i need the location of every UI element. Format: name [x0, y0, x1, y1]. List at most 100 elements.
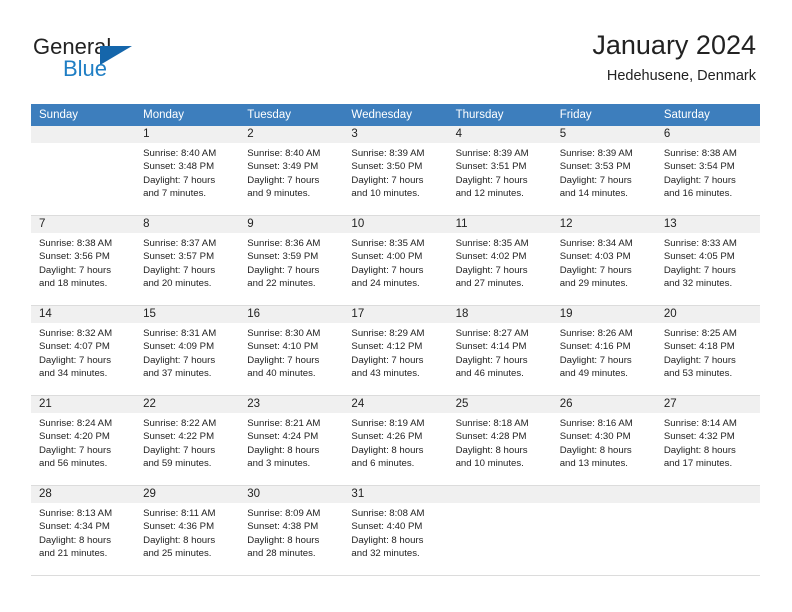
daylight-text-line2: and 21 minutes. — [39, 548, 108, 560]
sunrise-text: Sunrise: 8:30 AM — [247, 328, 321, 339]
day-number: 6 — [655, 126, 760, 143]
daylight-text-line2: and 10 minutes. — [351, 188, 420, 200]
daylight-text-line1: Daylight: 8 hours — [247, 534, 320, 546]
weekday-header-wednesday: Wednesday — [343, 104, 448, 126]
day-cell[interactable]: 24 Sunrise: 8:19 AM Sunset: 4:26 PM Dayl… — [343, 395, 448, 486]
sunrise-text: Sunrise: 8:27 AM — [455, 328, 529, 339]
daylight-text-line2: and 7 minutes. — [143, 188, 207, 200]
daylight-text-line1: Daylight: 7 hours — [351, 264, 424, 276]
day-cell[interactable]: 20 Sunrise: 8:25 AM Sunset: 4:18 PM Dayl… — [655, 305, 760, 396]
sunrise-text: Sunrise: 8:11 AM — [143, 508, 216, 519]
sunset-text: Sunset: 4:09 PM — [143, 341, 215, 353]
sunset-text: Sunset: 4:40 PM — [351, 521, 423, 533]
day-cell[interactable]: 3 Sunrise: 8:39 AM Sunset: 3:50 PM Dayli… — [343, 126, 448, 216]
day-number: 14 — [31, 306, 136, 323]
week-row: 1 Sunrise: 8:40 AM Sunset: 3:48 PM Dayli… — [31, 126, 760, 216]
day-cell[interactable]: 18 Sunrise: 8:27 AM Sunset: 4:14 PM Dayl… — [447, 305, 552, 396]
sunset-text: Sunset: 4:34 PM — [39, 521, 110, 533]
day-number: 3 — [343, 126, 448, 143]
day-cell[interactable]: 2 Sunrise: 8:40 AM Sunset: 3:49 PM Dayli… — [239, 126, 344, 216]
sunset-text: Sunset: 4:20 PM — [39, 431, 110, 443]
daylight-text-line1: Daylight: 8 hours — [351, 444, 424, 456]
sunrise-text: Sunrise: 8:33 AM — [663, 238, 737, 249]
day-cell[interactable]: 26 Sunrise: 8:16 AM Sunset: 4:30 PM Dayl… — [551, 395, 656, 486]
day-number: 19 — [551, 306, 656, 323]
day-number: 12 — [551, 216, 656, 233]
day-cell[interactable]: 19 Sunrise: 8:26 AM Sunset: 4:16 PM Dayl… — [551, 305, 656, 396]
day-number: 30 — [239, 486, 344, 503]
daylight-text-line1: Daylight: 7 hours — [351, 354, 424, 366]
sunrise-text: Sunrise: 8:31 AM — [143, 328, 217, 339]
daylight-text-line2: and 32 minutes. — [351, 548, 420, 560]
weekday-header-friday: Friday — [551, 104, 656, 126]
sunset-text: Sunset: 4:12 PM — [351, 341, 423, 353]
day-cell[interactable]: 6 Sunrise: 8:38 AM Sunset: 3:54 PM Dayli… — [655, 126, 760, 216]
daylight-text-line1: Daylight: 7 hours — [351, 174, 424, 186]
title-block: January 2024 Hedehusene, Denmark — [592, 28, 756, 87]
sunset-text: Sunset: 4:26 PM — [351, 431, 423, 443]
day-cell[interactable]: 11 Sunrise: 8:35 AM Sunset: 4:02 PM Dayl… — [447, 215, 552, 306]
daylight-text-line2: and 25 minutes. — [143, 548, 212, 560]
daylight-text-line1: Daylight: 7 hours — [663, 264, 736, 276]
daylight-text-line2: and 43 minutes. — [351, 368, 420, 380]
daylight-text-line1: Daylight: 7 hours — [143, 444, 216, 456]
daylight-text-line2: and 28 minutes. — [247, 548, 316, 560]
daylight-text-line1: Daylight: 8 hours — [663, 444, 736, 456]
day-cell[interactable]: 30 Sunrise: 8:09 AM Sunset: 4:38 PM Dayl… — [239, 485, 344, 576]
sunrise-text: Sunrise: 8:24 AM — [39, 418, 113, 429]
day-cell[interactable]: 15 Sunrise: 8:31 AM Sunset: 4:09 PM Dayl… — [135, 305, 240, 396]
day-cell[interactable]: 28 Sunrise: 8:13 AM Sunset: 4:34 PM Dayl… — [31, 485, 136, 576]
day-cell[interactable]: 23 Sunrise: 8:21 AM Sunset: 4:24 PM Dayl… — [239, 395, 344, 486]
day-cell[interactable]: 7 Sunrise: 8:38 AM Sunset: 3:56 PM Dayli… — [31, 215, 136, 306]
day-cell[interactable]: 4 Sunrise: 8:39 AM Sunset: 3:51 PM Dayli… — [447, 126, 552, 216]
day-cell[interactable]: 31 Sunrise: 8:08 AM Sunset: 4:40 PM Dayl… — [343, 485, 448, 576]
day-number: 20 — [655, 306, 760, 323]
day-number: 16 — [239, 306, 344, 323]
day-cell[interactable]: 27 Sunrise: 8:14 AM Sunset: 4:32 PM Dayl… — [655, 395, 760, 486]
daylight-text-line2: and 20 minutes. — [143, 278, 212, 290]
sunset-text: Sunset: 4:00 PM — [351, 251, 423, 263]
daylight-text-line2: and 6 minutes. — [351, 458, 415, 470]
day-details — [448, 503, 552, 507]
day-cell[interactable]: 14 Sunrise: 8:32 AM Sunset: 4:07 PM Dayl… — [31, 305, 136, 396]
day-number: 5 — [551, 126, 656, 143]
page-subtitle-location: Hedehusene, Denmark — [606, 68, 756, 84]
daylight-text-line1: Daylight: 8 hours — [351, 534, 424, 546]
day-details: Sunrise: 8:21 AM Sunset: 4:24 PM Dayligh… — [239, 413, 343, 471]
week-row: 21 Sunrise: 8:24 AM Sunset: 4:20 PM Dayl… — [31, 395, 760, 486]
daylight-text-line1: Daylight: 8 hours — [247, 444, 320, 456]
day-details: Sunrise: 8:11 AM Sunset: 4:36 PM Dayligh… — [135, 503, 239, 561]
daylight-text-line2: and 32 minutes. — [663, 278, 733, 290]
day-details: Sunrise: 8:33 AM Sunset: 4:05 PM Dayligh… — [656, 233, 760, 291]
sunrise-text: Sunrise: 8:14 AM — [663, 418, 737, 429]
day-details: Sunrise: 8:40 AM Sunset: 3:49 PM Dayligh… — [239, 143, 343, 201]
day-cell[interactable]: 21 Sunrise: 8:24 AM Sunset: 4:20 PM Dayl… — [31, 395, 136, 486]
logo-text-blue: Blue — [63, 56, 108, 81]
sunset-text: Sunset: 4:05 PM — [663, 251, 735, 263]
day-cell[interactable]: 1 Sunrise: 8:40 AM Sunset: 3:48 PM Dayli… — [135, 126, 240, 216]
day-cell[interactable]: 8 Sunrise: 8:37 AM Sunset: 3:57 PM Dayli… — [135, 215, 240, 306]
day-cell[interactable]: 10 Sunrise: 8:35 AM Sunset: 4:00 PM Dayl… — [343, 215, 448, 306]
day-cell[interactable]: 17 Sunrise: 8:29 AM Sunset: 4:12 PM Dayl… — [343, 305, 448, 396]
day-details: Sunrise: 8:31 AM Sunset: 4:09 PM Dayligh… — [135, 323, 239, 381]
sunrise-text: Sunrise: 8:26 AM — [559, 328, 633, 339]
day-details: Sunrise: 8:13 AM Sunset: 4:34 PM Dayligh… — [31, 503, 135, 561]
day-cell[interactable]: 12 Sunrise: 8:34 AM Sunset: 4:03 PM Dayl… — [551, 215, 656, 306]
day-cell[interactable]: 9 Sunrise: 8:36 AM Sunset: 3:59 PM Dayli… — [239, 215, 344, 306]
day-cell[interactable]: 25 Sunrise: 8:18 AM Sunset: 4:28 PM Dayl… — [447, 395, 552, 486]
day-cell[interactable]: 16 Sunrise: 8:30 AM Sunset: 4:10 PM Dayl… — [239, 305, 344, 396]
sunrise-text: Sunrise: 8:09 AM — [247, 508, 321, 519]
daylight-text-line1: Daylight: 8 hours — [39, 534, 111, 546]
day-number: 28 — [31, 486, 136, 503]
day-cell[interactable]: 13 Sunrise: 8:33 AM Sunset: 4:05 PM Dayl… — [655, 215, 760, 306]
daylight-text-line1: Daylight: 7 hours — [247, 264, 320, 276]
sunrise-text: Sunrise: 8:13 AM — [39, 508, 113, 519]
day-cell[interactable]: 22 Sunrise: 8:22 AM Sunset: 4:22 PM Dayl… — [135, 395, 240, 486]
day-cell[interactable]: 29 Sunrise: 8:11 AM Sunset: 4:36 PM Dayl… — [135, 485, 240, 576]
day-number: 31 — [343, 486, 448, 503]
day-cell[interactable]: 5 Sunrise: 8:39 AM Sunset: 3:53 PM Dayli… — [551, 126, 656, 216]
daylight-text-line2: and 3 minutes. — [247, 458, 311, 470]
sunset-text: Sunset: 4:22 PM — [143, 431, 215, 443]
daylight-text-line2: and 53 minutes. — [663, 368, 733, 380]
day-number: 26 — [551, 396, 656, 413]
